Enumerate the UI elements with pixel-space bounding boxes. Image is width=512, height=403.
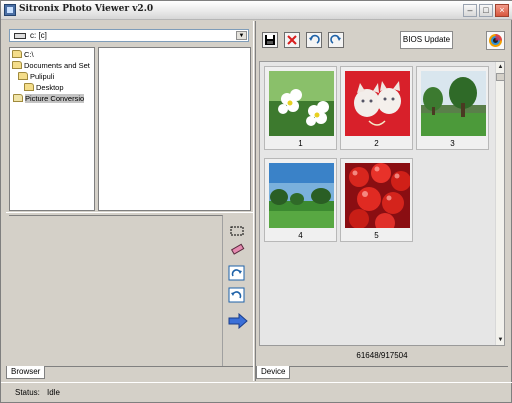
- folder-icon: [24, 83, 34, 91]
- device-toolbar: BIOS Update: [256, 23, 508, 57]
- bios-update-button[interactable]: BIOS Update: [400, 31, 453, 49]
- drive-select-value: c: [c]: [30, 31, 47, 40]
- arrow-right-icon: [228, 312, 248, 330]
- thumbnail-image: [345, 71, 410, 136]
- folder-icon: [12, 50, 22, 58]
- drive-icon: [14, 33, 26, 39]
- tree-item-documents[interactable]: Documents and Set: [12, 61, 90, 72]
- thumbnail-caption: 3: [450, 139, 455, 148]
- browser-pane: c: [c] ▼ C:\ Documents and Set Pulipuli …: [6, 23, 253, 366]
- folder-icon: [18, 72, 28, 80]
- tree-item-picture-conversion[interactable]: Picture Conversio: [13, 94, 85, 105]
- scroll-up-arrow[interactable]: ▲: [496, 62, 504, 72]
- close-button[interactable]: ×: [495, 4, 509, 17]
- delete-icon: [287, 35, 297, 45]
- device-thumbnail-gallery[interactable]: 1 2 3 4 5 ▲ ▼: [259, 61, 505, 346]
- transfer-to-device-button[interactable]: [228, 312, 248, 330]
- tree-item-pulipuli[interactable]: Pulipuli: [18, 72, 54, 83]
- status-bar: Status: Idle: [1, 382, 512, 403]
- folder-icon: [12, 61, 22, 69]
- eraser-icon: [230, 243, 245, 255]
- minimize-button[interactable]: –: [463, 4, 477, 17]
- tab-device[interactable]: Device: [256, 366, 291, 379]
- rotate-right-tool-button[interactable]: [228, 265, 246, 281]
- image-tools: [224, 215, 251, 366]
- status-value: Idle: [47, 388, 60, 397]
- folder-tree[interactable]: C:\ Documents and Set Pulipuli Desktop P…: [9, 47, 95, 211]
- eraser-button[interactable]: [228, 241, 246, 257]
- camera-settings-button[interactable]: [486, 31, 505, 50]
- folder-open-icon: [13, 94, 23, 102]
- scroll-down-arrow[interactable]: ▼: [496, 335, 504, 345]
- thumbnail-caption: 1: [298, 139, 303, 148]
- thumbnail-caption: 5: [374, 231, 379, 240]
- thumbnail-image: [421, 71, 486, 136]
- scroll-thumb[interactable]: [496, 73, 504, 81]
- device-pane: BIOS Update 1 2 3 4 5 ▲ ▼ 61648/917504: [256, 23, 508, 366]
- rotate-left-tool-button[interactable]: [228, 287, 246, 303]
- tab-browser[interactable]: Browser: [6, 366, 46, 379]
- thumbnail-caption: 4: [298, 231, 303, 240]
- gallery-scrollbar[interactable]: ▲ ▼: [495, 62, 504, 345]
- select-area-button[interactable]: [228, 223, 246, 239]
- select-area-icon: [230, 226, 244, 236]
- title-bar[interactable]: Sitronix Photo Viewer v2.0 – □ ×: [1, 1, 512, 20]
- thumbnail-image: [269, 163, 334, 228]
- app-icon: [4, 4, 16, 16]
- save-button[interactable]: [262, 32, 278, 48]
- camera-icon: [489, 34, 502, 47]
- thumbnail-3[interactable]: 3: [416, 66, 489, 150]
- thumbnail-caption: 2: [374, 139, 379, 148]
- app-window: Sitronix Photo Viewer v2.0 – □ × c: [c] …: [0, 0, 512, 403]
- save-icon: [265, 35, 275, 45]
- thumbnail-4[interactable]: 4: [264, 158, 337, 242]
- thumbnail-2[interactable]: 2: [340, 66, 413, 150]
- file-list[interactable]: [98, 47, 251, 211]
- delete-button[interactable]: [284, 32, 300, 48]
- rotate-right-icon: [228, 265, 245, 281]
- rotate-right-icon: [330, 34, 341, 44]
- thumbnail-image: [269, 71, 334, 136]
- thumbnail-image: [345, 163, 410, 228]
- pane-divider: [6, 212, 253, 213]
- thumbnail-5[interactable]: 5: [340, 158, 413, 242]
- rotate-right-button[interactable]: [328, 32, 344, 48]
- device-tabstrip: Device: [256, 366, 508, 380]
- rotate-left-button[interactable]: [306, 32, 322, 48]
- browser-tabstrip: Browser: [6, 366, 253, 380]
- chevron-down-icon[interactable]: ▼: [236, 31, 247, 40]
- status-label: Status:: [15, 388, 40, 397]
- memory-counter: 61648/917504: [356, 351, 408, 360]
- preview-area: [9, 215, 223, 366]
- window-title: Sitronix Photo Viewer v2.0: [19, 4, 154, 14]
- thumbnail-1[interactable]: 1: [264, 66, 337, 150]
- maximize-button[interactable]: □: [479, 4, 493, 17]
- drive-select[interactable]: c: [c] ▼: [9, 29, 249, 42]
- rotate-left-icon: [309, 34, 320, 44]
- tree-item-desktop[interactable]: Desktop: [24, 83, 64, 94]
- rotate-left-icon: [228, 287, 245, 303]
- tree-item-c-drive[interactable]: C:\: [12, 50, 34, 61]
